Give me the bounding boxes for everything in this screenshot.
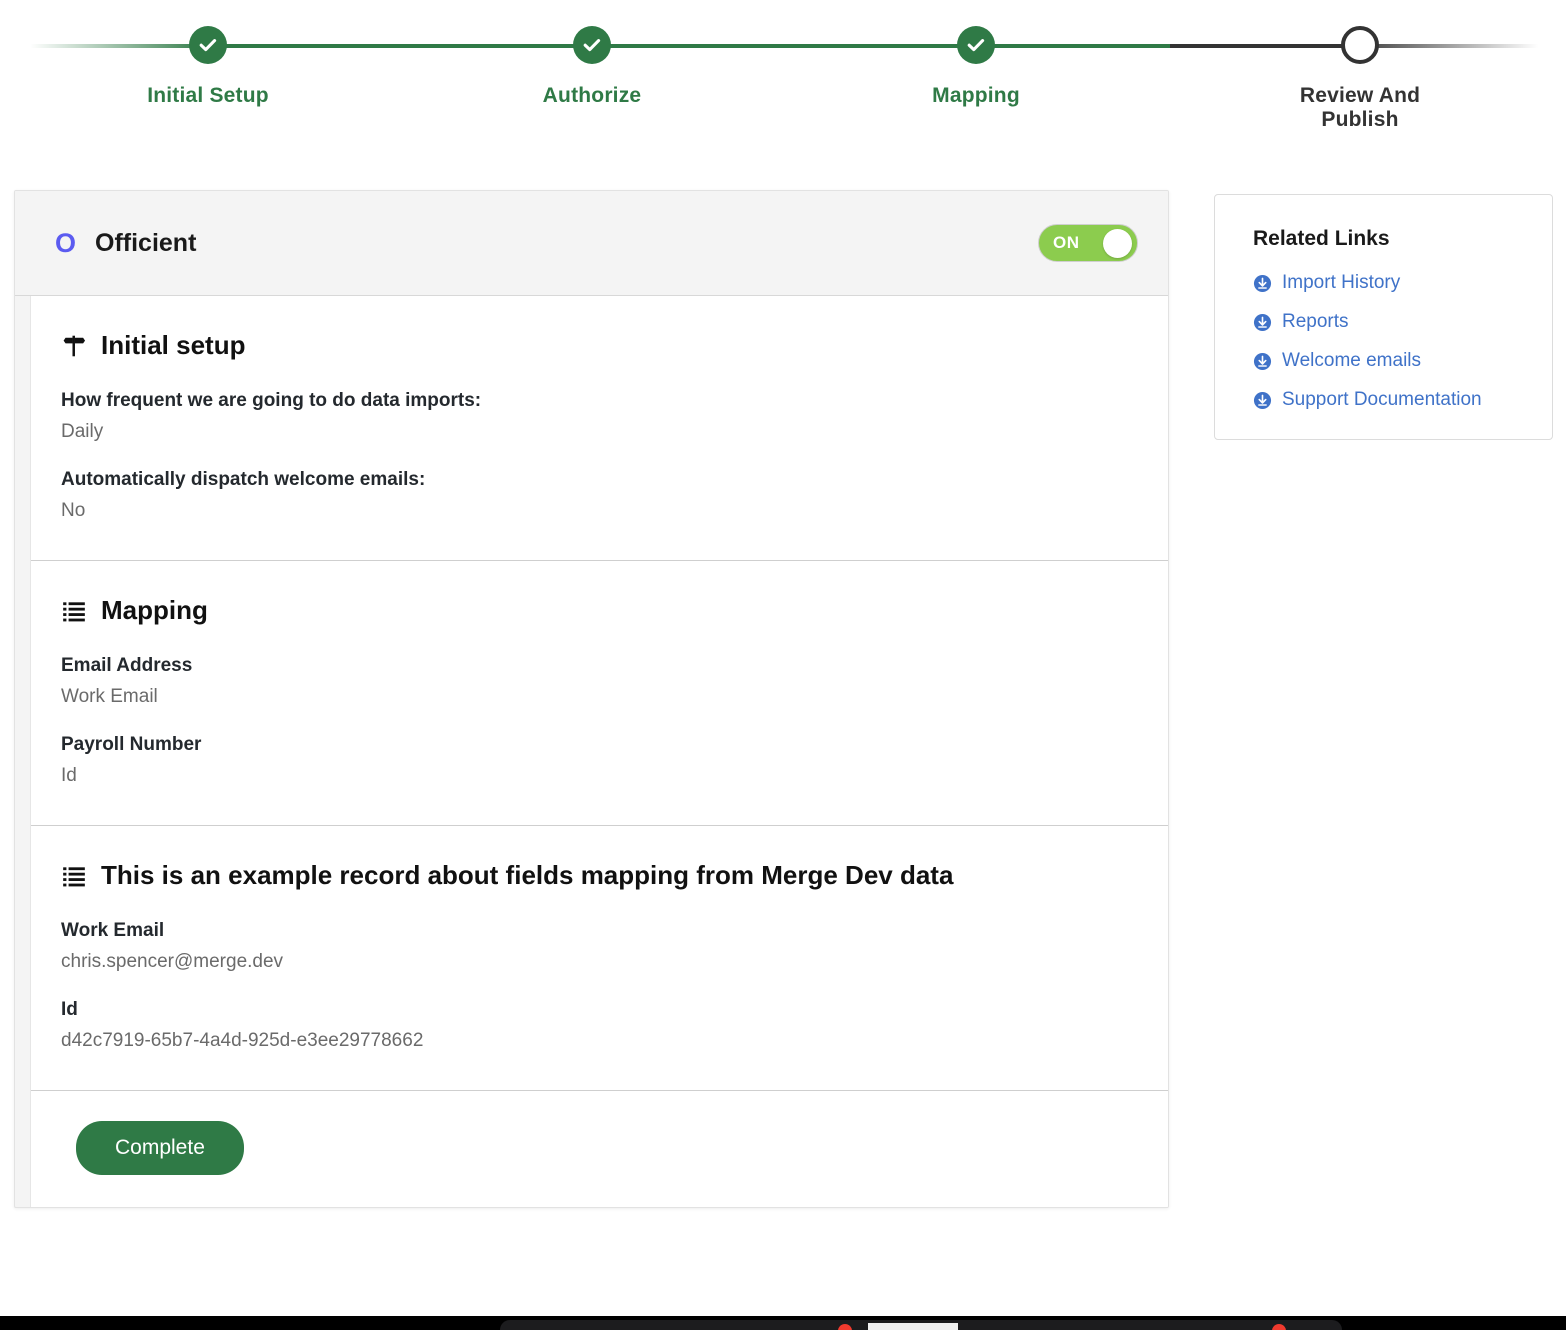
officient-logo-icon: O: [55, 227, 77, 258]
field-value: Id: [61, 765, 77, 786]
toggle-state-label: ON: [1053, 233, 1080, 252]
field-value: Daily: [61, 421, 104, 442]
field-label: Email Address: [61, 655, 193, 676]
section-title: This is an example record about fields m…: [101, 860, 954, 890]
complete-button[interactable]: Complete: [76, 1121, 244, 1175]
field-value: chris.spencer@merge.dev: [61, 951, 284, 972]
field-import-frequency: How frequent we are going to do data imp…: [61, 390, 1168, 443]
stepper-step-review-and-publish[interactable]: Review And Publish: [1260, 0, 1460, 132]
step-status-circle: [573, 26, 611, 64]
field-value: No: [61, 500, 86, 521]
card-footer: Complete: [31, 1091, 1168, 1207]
field-welcome-emails: Automatically dispatch welcome emails: N…: [61, 469, 1168, 522]
related-link-label: Welcome emails: [1282, 350, 1422, 371]
stepper-step-authorize[interactable]: Authorize: [492, 0, 692, 108]
section-title: Initial setup: [101, 330, 246, 360]
section-initial-setup: Initial setup How frequent we are going …: [31, 296, 1168, 561]
step-label: Authorize: [542, 84, 642, 107]
field-value: d42c7919-65b7-4a4d-925d-e3ee29778662: [61, 1030, 424, 1051]
dock-app-tile[interactable]: [868, 1323, 958, 1330]
download-circle-icon: [1253, 391, 1272, 409]
field-email-address-mapping: Email Address Work Email: [61, 655, 1168, 708]
section-title-row: Mapping: [61, 595, 1168, 626]
download-circle-icon: [1253, 352, 1272, 370]
related-link-reports[interactable]: Reports: [1253, 311, 1552, 333]
field-label: Id: [61, 999, 78, 1020]
integration-card: O Officient ON Initial setup How frequen…: [14, 190, 1169, 1208]
field-label: Payroll Number: [61, 734, 202, 755]
card-body: Initial setup How frequent we are going …: [30, 296, 1168, 1207]
related-links-panel: Related Links Import History Reports Wel…: [1214, 194, 1553, 440]
related-link-import-history[interactable]: Import History: [1253, 272, 1552, 294]
brand: O Officient: [55, 229, 1038, 258]
stepper-step-mapping[interactable]: Mapping: [876, 0, 1076, 108]
card-header: O Officient ON: [15, 191, 1168, 296]
download-circle-icon: [1253, 274, 1272, 292]
section-example-record: This is an example record about fields m…: [31, 826, 1168, 1091]
empty-circle-icon: [1341, 26, 1379, 64]
check-icon: [583, 39, 601, 52]
signpost-icon: [63, 335, 86, 356]
related-links-title: Related Links: [1253, 227, 1390, 250]
section-title-row: Initial setup: [61, 330, 1168, 361]
field-work-email-sample: Work Email chris.spencer@merge.dev: [61, 920, 1168, 973]
section-mapping: Mapping Email Address Work Email Payroll…: [31, 561, 1168, 826]
step-label: Initial Setup: [147, 84, 269, 107]
related-link-support-documentation[interactable]: Support Documentation: [1253, 389, 1552, 411]
section-title-row: This is an example record about fields m…: [61, 860, 1168, 891]
field-value: Work Email: [61, 686, 158, 707]
check-icon: [199, 39, 217, 52]
step-status-circle: [957, 26, 995, 64]
list-icon: [63, 601, 85, 621]
step-label: Mapping: [932, 84, 1020, 107]
related-link-welcome-emails[interactable]: Welcome emails: [1253, 350, 1552, 372]
integration-enabled-toggle[interactable]: ON: [1038, 224, 1138, 262]
progress-stepper: Initial Setup Authorize Mapping Review A…: [0, 0, 1566, 132]
list-icon: [63, 866, 85, 886]
section-title: Mapping: [101, 595, 208, 625]
related-link-label: Import History: [1282, 272, 1401, 293]
step-label: Review And Publish: [1299, 84, 1421, 131]
field-payroll-number-mapping: Payroll Number Id: [61, 734, 1168, 787]
check-icon: [967, 39, 985, 52]
related-link-label: Support Documentation: [1282, 389, 1482, 410]
field-id-sample: Id d42c7919-65b7-4a4d-925d-e3ee29778662: [61, 999, 1168, 1052]
field-label: How frequent we are going to do data imp…: [61, 390, 482, 411]
brand-name: Officient: [95, 228, 197, 257]
field-label: Automatically dispatch welcome emails:: [61, 469, 426, 490]
field-label: Work Email: [61, 920, 165, 941]
download-circle-icon: [1253, 313, 1272, 331]
stepper-step-initial-setup[interactable]: Initial Setup: [108, 0, 308, 108]
related-link-label: Reports: [1282, 311, 1349, 332]
step-status-circle: [189, 26, 227, 64]
toggle-knob: [1103, 228, 1132, 258]
